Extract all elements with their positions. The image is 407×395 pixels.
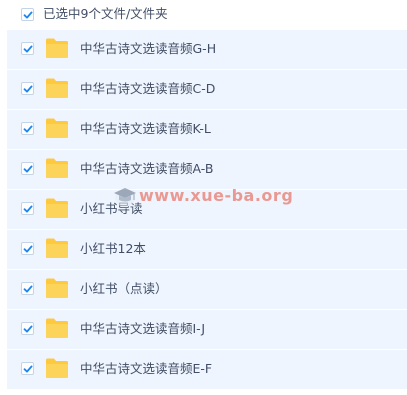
checkmark-icon: [23, 45, 32, 52]
selection-count-label: 已选中9个文件/文件夹: [43, 6, 168, 21]
checkmark-icon: [23, 11, 32, 18]
select-all-checkbox[interactable]: [21, 8, 34, 21]
item-name: 小红书（点读）: [80, 281, 168, 296]
list-item[interactable]: 中华古诗文选读音频I-J: [7, 310, 407, 350]
item-checkbox[interactable]: [21, 42, 34, 55]
item-name: 小红书导读: [80, 201, 143, 216]
item-checkbox[interactable]: [21, 242, 34, 255]
item-checkbox[interactable]: [21, 162, 34, 175]
item-name: 中华古诗文选读音频E-F: [80, 361, 213, 376]
item-checkbox[interactable]: [21, 82, 34, 95]
checkmark-icon: [23, 365, 32, 372]
item-name: 中华古诗文选读音频K-L: [80, 121, 211, 136]
row-divider: [7, 389, 407, 390]
folder-icon: [46, 158, 68, 178]
item-name: 小红书12本: [80, 241, 146, 256]
item-checkbox[interactable]: [21, 362, 34, 375]
checkmark-icon: [23, 125, 32, 132]
checkmark-icon: [23, 165, 32, 172]
list-item[interactable]: 小红书（点读）: [7, 270, 407, 310]
folder-icon: [46, 38, 68, 58]
checkmark-icon: [23, 245, 32, 252]
item-checkbox[interactable]: [21, 322, 34, 335]
selection-header: 已选中9个文件/文件夹: [0, 0, 407, 30]
list-item[interactable]: 小红书12本: [7, 230, 407, 270]
folder-icon: [46, 78, 68, 98]
list-item[interactable]: 中华古诗文选读音频C-D: [7, 70, 407, 110]
list-item[interactable]: 中华古诗文选读音频E-F: [7, 350, 407, 390]
item-checkbox[interactable]: [21, 202, 34, 215]
folder-icon: [46, 198, 68, 218]
folder-icon: [46, 118, 68, 138]
list-item[interactable]: 中华古诗文选读音频A-B: [7, 150, 407, 190]
checkmark-icon: [23, 205, 32, 212]
folder-icon: [46, 238, 68, 258]
item-name: 中华古诗文选读音频A-B: [80, 161, 214, 176]
item-name: 中华古诗文选读音频G-H: [80, 41, 217, 56]
checkmark-icon: [23, 285, 32, 292]
item-checkbox[interactable]: [21, 282, 34, 295]
list-item[interactable]: 小红书导读: [7, 190, 407, 230]
item-name: 中华古诗文选读音频C-D: [80, 81, 216, 96]
list-item[interactable]: 中华古诗文选读音频G-H: [7, 30, 407, 70]
folder-icon: [46, 318, 68, 338]
checkmark-icon: [23, 325, 32, 332]
item-checkbox[interactable]: [21, 122, 34, 135]
checkmark-icon: [23, 85, 32, 92]
folder-icon: [46, 358, 68, 378]
list-item[interactable]: 中华古诗文选读音频K-L: [7, 110, 407, 150]
folder-icon: [46, 278, 68, 298]
item-name: 中华古诗文选读音频I-J: [80, 321, 206, 336]
